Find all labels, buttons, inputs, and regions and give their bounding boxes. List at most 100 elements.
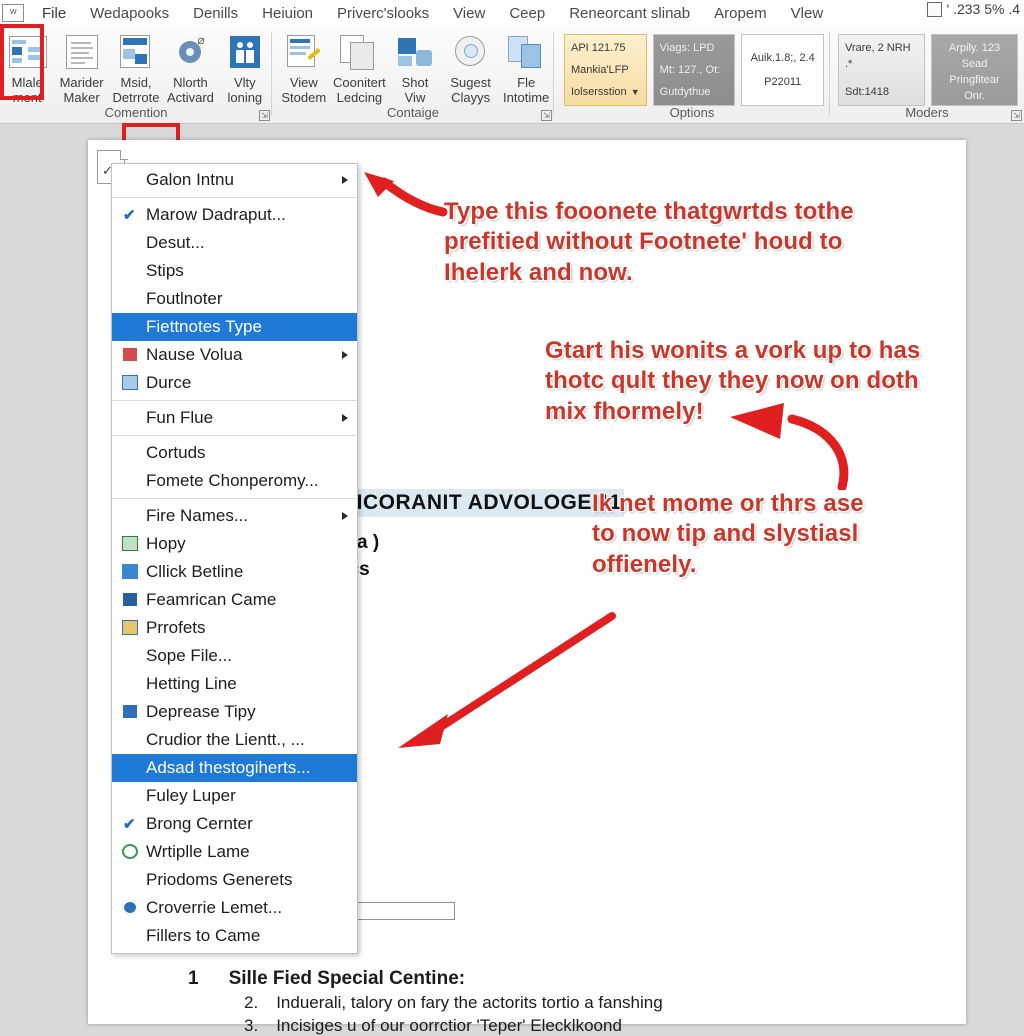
ribbon-group-name: Contaige	[386, 105, 440, 120]
menu-item[interactable]: Fun Flue	[112, 404, 357, 432]
ribbon-button-fle-intotime[interactable]: Fle Intotime	[498, 30, 554, 105]
menu-item[interactable]: ✔ Brong Cernter	[112, 810, 357, 838]
tab-view[interactable]: View	[441, 3, 497, 24]
ribbon: W File Wedapooks Denills Heiuion Priverc…	[0, 0, 1024, 124]
app-logo-icon: W	[2, 4, 24, 22]
gallery-item-arpily[interactable]: Arpily. 123 Sead Pringfitear Onr.	[931, 34, 1018, 106]
menu-separator	[112, 435, 357, 436]
tab-ceep[interactable]: Ceep	[497, 3, 557, 24]
menu-item[interactable]: Fuley Luper	[112, 782, 357, 810]
blue-swap-icon	[122, 900, 138, 915]
menu-item[interactable]: Crudior the Lientt., ...	[112, 726, 357, 754]
menu-item-label: Priodoms Generets	[146, 870, 293, 889]
tab-aropem[interactable]: Aropem	[702, 3, 779, 24]
menu-item[interactable]: Cortuds	[112, 439, 357, 467]
gallery-item-vrare[interactable]: Vrare, 2 NRH .* Sdt:1418	[838, 34, 925, 106]
menu-item-label: Hopy	[146, 534, 186, 553]
menu-separator	[112, 400, 357, 401]
tab-wedapooks[interactable]: Wedapooks	[78, 3, 181, 24]
list-item-number: 3.	[244, 1016, 259, 1035]
menu-item[interactable]: Stips	[112, 257, 357, 285]
dialog-launcher-icon[interactable]: ⇲	[1011, 110, 1022, 121]
check-icon: ✔	[123, 816, 136, 833]
blue-person-icon	[122, 704, 138, 719]
menu-item-label: Marow Dadraput...	[146, 205, 286, 224]
menu-item[interactable]: Hopy	[112, 530, 357, 558]
gallery-line: Sdt:1418	[845, 86, 890, 98]
menu-item[interactable]: Feamrican Came	[112, 586, 357, 614]
context-menu[interactable]: Galon Intnu ✔ Marow Dadraput... Desut... Sti…	[111, 163, 358, 954]
blue-card-icon	[122, 592, 138, 607]
tab-reneorcant-slinab[interactable]: Reneorcant slinab	[557, 3, 702, 24]
ribbon-button-msid-detrrote[interactable]: Msid, Detrrote	[109, 30, 163, 105]
dialog-launcher-icon[interactable]: ⇲	[541, 110, 552, 121]
ribbon-button-view-stodem[interactable]: View Stodem	[276, 30, 332, 105]
ribbon-button-nlorth-activard[interactable]: ⌀ Nlorth Activard	[163, 30, 217, 105]
menu-item[interactable]: Croverrie Lemet...	[112, 894, 357, 922]
submenu-arrow-icon	[342, 176, 348, 184]
ribbon-button-marider-maker[interactable]: Marider Maker	[54, 30, 108, 105]
menu-item[interactable]: Fillers to Came	[112, 922, 357, 950]
menu-item[interactable]: Foutlnoter	[112, 285, 357, 313]
menu-item[interactable]: Adsad thestogiherts...	[112, 754, 357, 782]
shapes-icon	[448, 32, 494, 72]
document-heading: HICORANIT ADVOLOGE 11	[338, 489, 625, 517]
gallery-item-api[interactable]: API 121.75 Mankia'LFP Iolsersstion ▼	[564, 34, 647, 106]
menu-item[interactable]: Sope File...	[112, 642, 357, 670]
ribbon-button-shot-viw[interactable]: Shot Viw	[387, 30, 443, 105]
ribbon-button-coonitert-ledcing[interactable]: Coonitert Ledcing	[332, 30, 388, 105]
menu-item[interactable]: Galon Intnu	[112, 166, 357, 194]
menu-item[interactable]: Durce	[112, 369, 357, 397]
green-window-icon	[122, 536, 138, 551]
ribbon-button-label: View Stodem	[281, 75, 327, 105]
ribbon-button-label: Shot Viw	[401, 75, 429, 105]
corner-fold-icon	[120, 150, 128, 160]
menu-item[interactable]: Cllick Betline	[112, 558, 357, 586]
tab-vlew[interactable]: Vlew	[779, 3, 836, 24]
menu-item[interactable]: ✔ Marow Dadraput...	[112, 201, 357, 229]
tab-denills[interactable]: Denills	[181, 3, 250, 24]
ribbon-button-vlty-loning[interactable]: Vlty loning	[218, 30, 272, 105]
list-item-number: 2.	[244, 993, 259, 1012]
yellow-file-icon	[122, 620, 138, 635]
ribbon-button-sugest-clayys[interactable]: Sugest Clayys	[443, 30, 499, 105]
annotation-note-type-footnote: Type this fooonete thatgwrtds tothe pref…	[444, 198, 854, 286]
list-item-text: Sille Fied Special Centine:	[228, 968, 466, 989]
gallery-line: Mankia'LFP	[571, 64, 629, 76]
menu-item[interactable]: Wrtiplle Lame	[112, 838, 357, 866]
dialog-launcher-icon[interactable]: ⇲	[259, 110, 270, 121]
gallery-line: Vrare, 2 NRH .*	[845, 42, 911, 70]
green-lock-icon	[122, 844, 138, 859]
menu-item[interactable]: Fiettnotes Type	[112, 313, 357, 341]
ribbon-button-label: Nlorth Activard	[166, 75, 214, 105]
chevron-down-icon[interactable]: ▼	[631, 84, 640, 100]
gallery-item-viags[interactable]: Viags: LPD Mt: 127., Ot: Gutdythue	[652, 34, 736, 106]
red-table-icon	[122, 347, 138, 362]
submenu-arrow-icon	[342, 414, 348, 422]
tab-heiuion[interactable]: Heiuion	[250, 3, 325, 24]
menu-item[interactable]: Hetting Line	[112, 670, 357, 698]
menu-item[interactable]: Nause Volua	[112, 341, 357, 369]
tab-privercslooks[interactable]: Priverc'slooks	[325, 3, 441, 24]
menu-item[interactable]: Desut...	[112, 229, 357, 257]
menu-item[interactable]: Priodoms Generets	[112, 866, 357, 894]
menu-separator	[112, 197, 357, 198]
document-text-field[interactable]	[355, 902, 455, 920]
screenshot-icon	[392, 32, 438, 72]
gallery-line: Gutdythue	[659, 86, 711, 98]
zoom-level-label: ' .233 5% .4	[946, 1, 1021, 17]
ribbon-button-label: Vlty loning	[227, 75, 263, 105]
menu-item[interactable]: Deprease Tipy	[112, 698, 357, 726]
tab-file[interactable]: File	[30, 3, 78, 24]
menu-item[interactable]: Fomete Chonperomy...	[112, 467, 357, 495]
gallery-item-auik[interactable]: Auik.1.8;, 2.4 P22011	[741, 34, 825, 106]
menu-item-label: Galon Intnu	[146, 170, 234, 189]
menu-item[interactable]: Prrofets	[112, 614, 357, 642]
zoom-indicator[interactable]: ' .233 5% .4	[926, 1, 1021, 17]
gallery-line: Sead	[961, 58, 988, 70]
ribbon-button-label: Marider Maker	[59, 75, 104, 105]
menu-item[interactable]: Fire Names...	[112, 502, 357, 530]
menu-item-label: Crudior the Lientt., ...	[146, 730, 305, 749]
menu-item-label: Wrtiplle Lame	[146, 842, 250, 861]
gallery-line: Mt: 127., Ot:	[659, 64, 721, 76]
